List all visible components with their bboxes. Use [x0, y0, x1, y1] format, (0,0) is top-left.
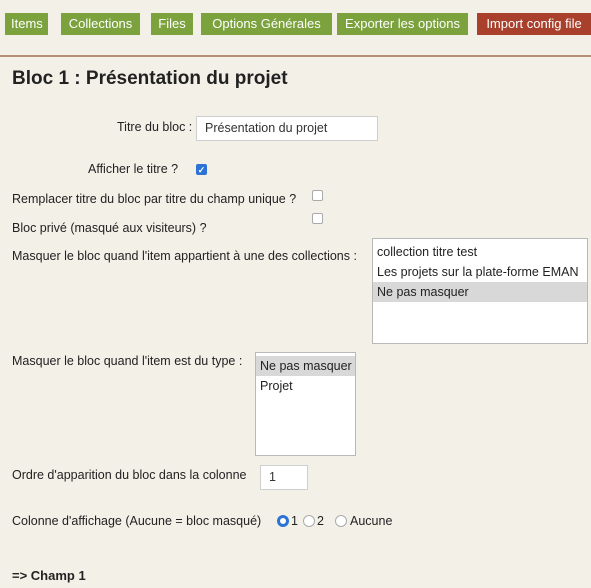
masquer-type-label: Masquer le bloc quand l'item est du type… [12, 354, 243, 368]
type-listbox[interactable]: Ne pas masquer Projet [255, 352, 356, 456]
remplacer-titre-checkbox[interactable] [312, 190, 323, 201]
afficher-titre-checkbox[interactable]: ✓ [196, 164, 207, 175]
tab-import-config[interactable]: Import config file [477, 13, 591, 35]
remplacer-titre-label: Remplacer titre du bloc par titre du cha… [12, 192, 297, 206]
colonne-radio-2[interactable] [303, 515, 315, 527]
colonne-option-2-label: 2 [317, 514, 324, 528]
ordre-label: Ordre d'apparition du bloc dans la colon… [12, 468, 247, 482]
collection-option[interactable]: collection titre test [373, 242, 587, 262]
titre-bloc-input[interactable]: Présentation du projet [196, 116, 378, 141]
ordre-input[interactable]: 1 [260, 465, 308, 490]
tab-items[interactable]: Items [5, 13, 48, 35]
colonne-option-1-label: 1 [291, 514, 298, 528]
champ-section-heading: => Champ 1 [12, 568, 86, 583]
collections-listbox[interactable]: collection titre test Les projets sur la… [372, 238, 588, 344]
afficher-titre-label: Afficher le titre ? [88, 162, 179, 176]
page-title: Bloc 1 : Présentation du projet [12, 68, 288, 89]
titre-bloc-label: Titre du bloc : [117, 120, 193, 134]
type-option[interactable]: Projet [256, 376, 355, 396]
collection-option[interactable]: Les projets sur la plate-forme EMAN [373, 262, 587, 282]
colonne-radio-1[interactable] [277, 515, 289, 527]
colonne-option-aucune-label: Aucune [350, 514, 393, 528]
header-divider [0, 55, 591, 57]
colonne-radio-aucune[interactable] [335, 515, 347, 527]
collection-option-selected[interactable]: Ne pas masquer [373, 282, 587, 302]
tab-bar: Items Collections Files Options Générale… [0, 0, 591, 56]
bloc-prive-label: Bloc privé (masqué aux visiteurs) ? [12, 221, 207, 235]
tab-options-generales[interactable]: Options Générales [201, 13, 332, 35]
masquer-collections-label: Masquer le bloc quand l'item appartient … [12, 249, 357, 263]
colonne-label: Colonne d'affichage (Aucune = bloc masqu… [12, 514, 262, 528]
tab-collections[interactable]: Collections [61, 13, 140, 35]
tab-exporter-options[interactable]: Exporter les options [337, 13, 468, 35]
tab-files[interactable]: Files [151, 13, 193, 35]
bloc-prive-checkbox[interactable] [312, 213, 323, 224]
type-option-selected[interactable]: Ne pas masquer [256, 356, 355, 376]
